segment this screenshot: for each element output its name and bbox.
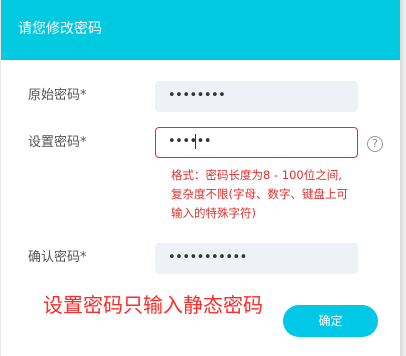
- dialog-edge-shadow: [400, 0, 406, 356]
- original-password-value: ••••••••: [168, 88, 226, 103]
- original-password-input[interactable]: ••••••••: [155, 81, 358, 112]
- confirm-password-label: 确认密码*: [28, 250, 87, 265]
- new-password-label: 设置密码*: [28, 135, 87, 150]
- static-password-note: 设置密码只输入静态密码: [43, 293, 263, 317]
- password-format-error: 格式：密码长度为8 - 100位之间, 复杂度不限(字母、数字、键盘上可 输入的…: [171, 166, 371, 223]
- dialog-header: 请您修改密码: [1, 0, 401, 60]
- text-cursor: [195, 134, 196, 149]
- error-line-3: 输入的特殊字符): [171, 206, 256, 220]
- error-line-1: 格式：密码长度为8 - 100位之间,: [171, 168, 342, 182]
- confirm-button[interactable]: 确定: [283, 305, 378, 337]
- question-circle-icon[interactable]: ?: [367, 136, 383, 152]
- confirm-password-value: •••••••••••: [168, 250, 247, 265]
- change-password-dialog: 请您修改密码 原始密码* •••••••• 设置密码* •••••• ? 格式：…: [0, 0, 401, 356]
- new-password-value: ••••••: [168, 134, 212, 149]
- new-password-input[interactable]: ••••••: [155, 127, 358, 158]
- original-password-label: 原始密码*: [28, 88, 87, 103]
- dialog-title: 请您修改密码: [18, 21, 102, 37]
- error-line-2: 复杂度不限(字母、数字、键盘上可: [171, 187, 348, 201]
- confirm-password-input[interactable]: •••••••••••: [155, 243, 358, 274]
